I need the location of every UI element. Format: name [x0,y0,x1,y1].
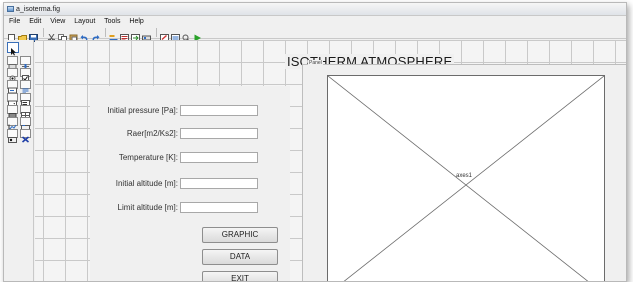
title-bar: a_isoterma.fig [4,3,626,16]
open-folder-icon[interactable] [18,29,27,42]
exit-button[interactable]: EXIT [202,271,278,281]
app-icon [7,6,14,12]
edit-text-icon[interactable] [7,80,18,94]
push-button-icon[interactable] [7,56,18,69]
raer-field[interactable] [180,128,258,139]
menu-view[interactable]: View [50,18,65,25]
label-initial-altitude: Initial altitude [m]: [115,179,178,188]
static-text-icon[interactable] [20,80,31,94]
limit-altitude-field[interactable] [180,202,258,213]
axes-icon[interactable] [7,117,18,131]
menu-bar: File Edit View Layout Tools Help [4,16,626,27]
menu-help[interactable]: Help [129,18,143,25]
align-icon[interactable] [109,29,118,41]
initial-altitude-field[interactable] [180,178,258,189]
menu-edit[interactable]: Edit [29,18,41,25]
listbox-icon[interactable] [20,93,31,107]
label-limit-altitude: Limit altitude [m]: [117,203,178,212]
copy-icon[interactable] [58,29,67,42]
menu-file[interactable]: File [9,18,20,25]
toolbar-separator [156,28,157,37]
toolbar-editor-icon[interactable] [142,29,151,40]
initial-pressure-field[interactable] [180,105,258,116]
radio-button-icon[interactable] [7,68,18,82]
new-file-icon[interactable] [7,29,16,42]
table-icon[interactable] [20,105,31,119]
object-browser-icon[interactable] [182,29,191,42]
component-palette [4,40,34,281]
guide-window: a_isoterma.fig File Edit View Layout Too… [3,2,627,282]
data-button[interactable]: DATA [202,249,278,265]
axes-placeholder-cross [328,76,604,281]
menu-editor-icon[interactable] [120,29,129,42]
panel-icon[interactable] [20,117,31,131]
layout-canvas[interactable]: ISOTHERM ATMOSPHERE Initial pressure [Pa… [35,40,626,281]
paste-icon[interactable] [69,29,78,42]
run-icon[interactable] [193,29,202,41]
label-temperature: Temperature [K]: [118,153,178,162]
panel-title: Panel [308,60,323,66]
menu-tools[interactable]: Tools [104,18,120,25]
graphic-button[interactable]: GRAPHIC [202,227,278,243]
axes-label: axes1 [456,173,473,179]
popup-menu-icon[interactable] [7,93,18,107]
axes1[interactable]: axes1 [327,75,605,281]
plot-panel[interactable]: Panel axes1 [302,60,626,281]
toolbar-separator [105,28,106,37]
tab-order-icon[interactable] [131,29,140,42]
property-inspector-icon[interactable] [171,29,180,42]
toolbar-separator [43,28,44,37]
toolbar [4,27,626,42]
cut-icon[interactable] [47,29,56,42]
button-group-icon[interactable] [7,129,18,143]
redo-icon[interactable] [91,29,100,40]
select-arrow-icon[interactable] [7,42,19,56]
label-initial-pressure: Initial pressure [Pa]: [107,106,178,115]
label-raer: Raer[m2/Ks2]: [126,129,178,138]
slider-icon[interactable] [20,56,31,69]
input-form-panel: Initial pressure [Pa]: Raer[m2/Ks2]: Tem… [90,86,290,281]
editor-icon[interactable] [160,29,169,42]
window-title: a_isoterma.fig [16,6,60,13]
checkbox-icon[interactable] [20,68,31,82]
menu-layout[interactable]: Layout [74,18,95,25]
activex-icon[interactable] [20,129,31,143]
toggle-button-icon[interactable] [7,105,18,118]
temperature-field[interactable] [180,152,258,163]
save-icon[interactable] [29,29,38,42]
undo-icon[interactable] [80,29,89,40]
